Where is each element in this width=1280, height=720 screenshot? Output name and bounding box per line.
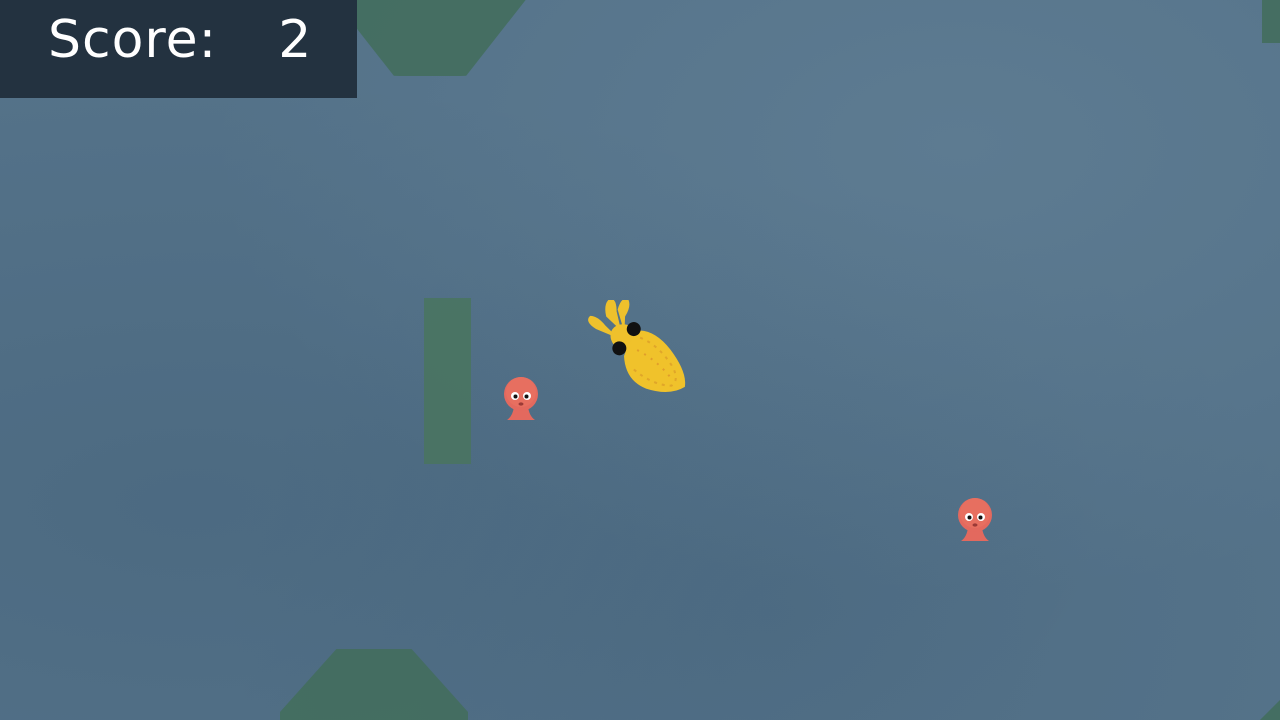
yellow-squid-icon — [588, 300, 686, 393]
obstacle-top-right — [1262, 0, 1280, 43]
pink-octopus-icon — [958, 498, 992, 541]
score-display: Score: 2 — [48, 10, 312, 70]
obstacle-top — [330, 0, 530, 76]
score-panel: Score: 2 — [0, 0, 357, 98]
score-value: 2 — [278, 10, 313, 70]
obstacle-bottom-right — [1250, 690, 1280, 720]
game-canvas[interactable]: Score: 2 — [0, 0, 1280, 720]
obstacle-pillar — [424, 298, 471, 464]
obstacle-bottom — [280, 649, 468, 720]
score-label: Score: — [48, 10, 218, 70]
pink-octopus-icon — [504, 377, 538, 420]
